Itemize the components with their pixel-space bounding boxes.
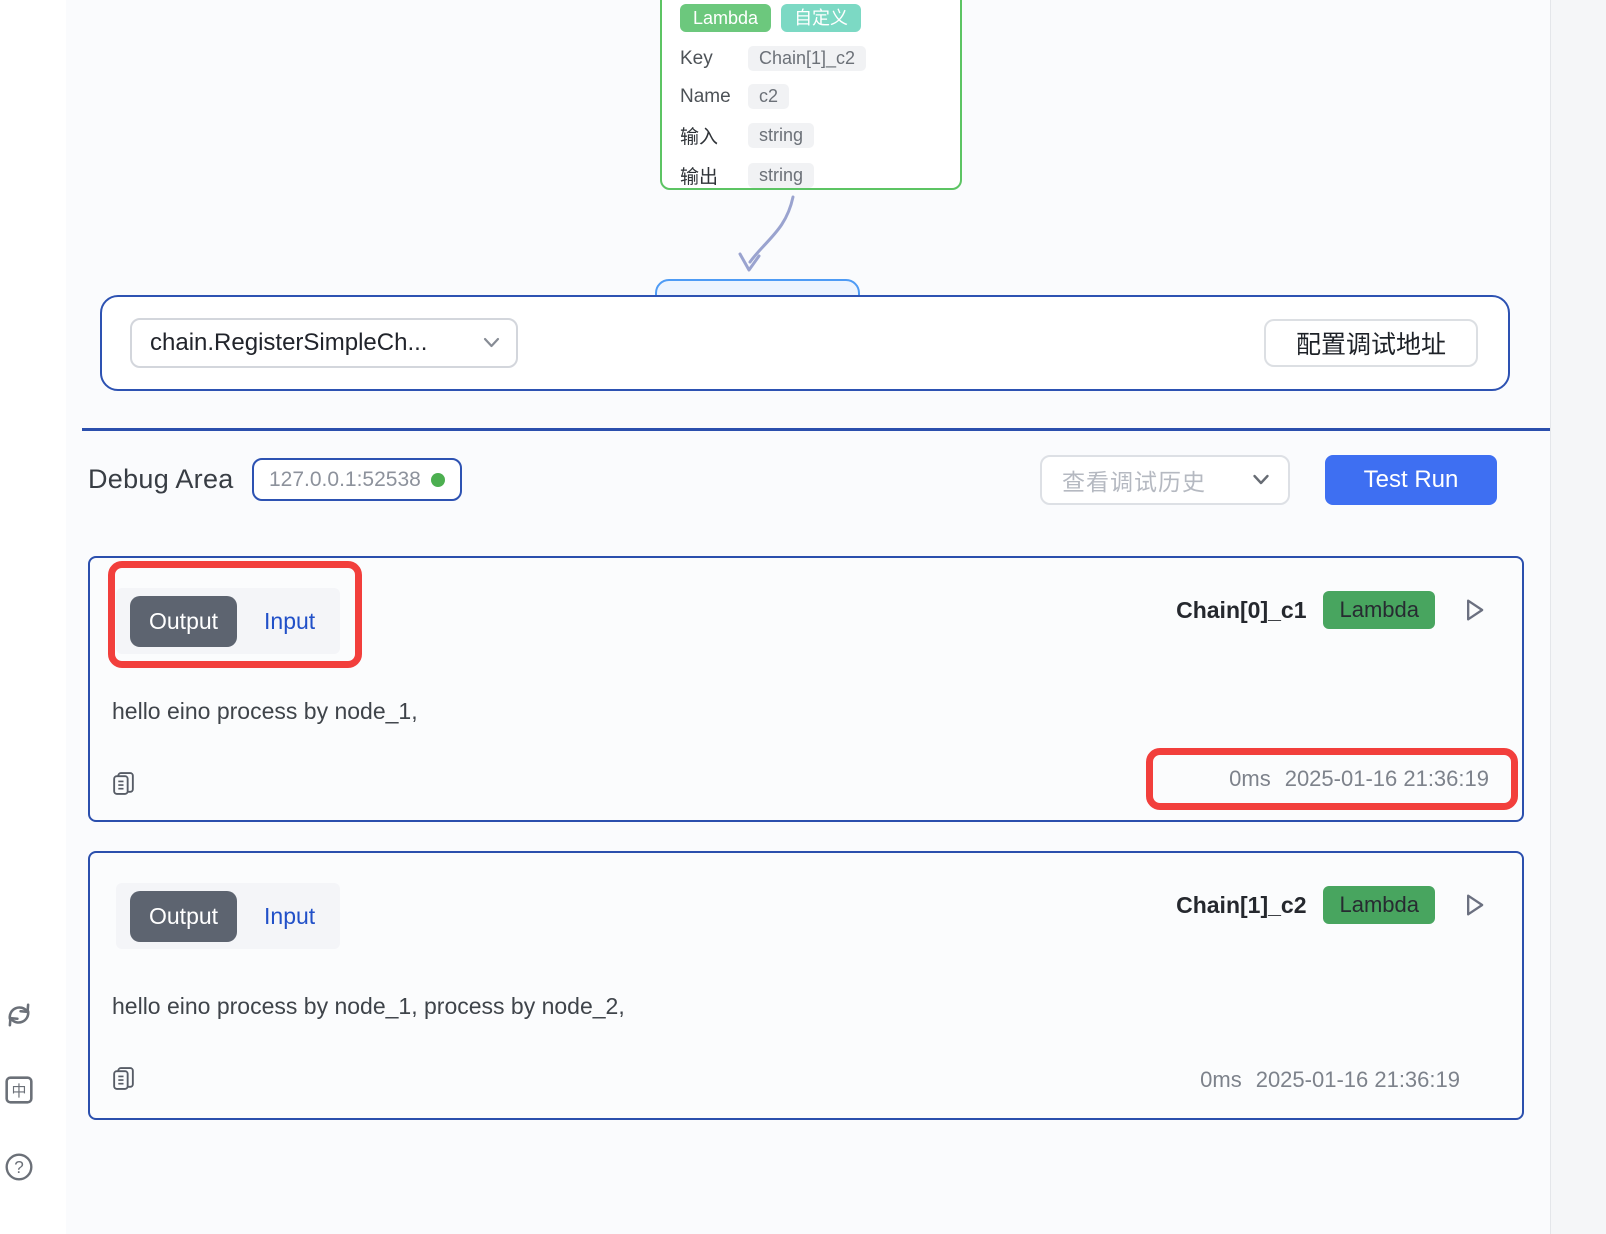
chevron-down-icon	[483, 337, 500, 349]
node-row-label: 输出	[680, 162, 748, 189]
language-icon[interactable]: 中	[4, 1075, 34, 1105]
timing-info: 0ms 2025-01-16 21:36:19	[1200, 1067, 1460, 1093]
chevron-down-icon	[1252, 474, 1270, 486]
svg-text:中: 中	[11, 1083, 26, 1100]
debug-result-card: Output Input Chain[0]_c1 Lambda hello ei…	[88, 556, 1524, 822]
duration: 0ms	[1200, 1067, 1242, 1093]
debug-history-select[interactable]: 查看调试历史	[1040, 455, 1290, 505]
node-type-badge: Lambda	[1323, 886, 1435, 924]
tab-input[interactable]: Input	[264, 903, 315, 930]
tab-input[interactable]: Input	[264, 608, 315, 635]
graph-select[interactable]: chain.RegisterSimpleCh...	[130, 318, 518, 368]
node-row-output-type: 输出 string	[680, 162, 944, 189]
debug-history-placeholder: 查看调试历史	[1062, 463, 1206, 497]
card-header-right: Chain[0]_c1 Lambda	[1176, 591, 1488, 629]
node-row-value: string	[748, 123, 814, 148]
node-type-badge: Lambda	[1323, 591, 1435, 629]
node-badges: Lambda 自定义	[680, 4, 944, 32]
test-run-button[interactable]: Test Run	[1325, 455, 1497, 505]
help-icon[interactable]: ?	[4, 1152, 34, 1182]
flow-node-card[interactable]: Lambda 自定义 Key Chain[1]_c2 Name c2 输入 st…	[660, 0, 962, 190]
output-input-tabs: Output Input	[130, 596, 315, 647]
debug-address: 127.0.0.1:52538	[269, 468, 421, 492]
right-panel-strip	[1550, 0, 1606, 1234]
node-key-label: Chain[1]_c2	[1176, 892, 1306, 919]
node-row-label: 输入	[680, 122, 748, 149]
tab-output[interactable]: Output	[130, 891, 237, 942]
node-custom-badge: 自定义	[781, 4, 861, 32]
left-icon-rail: 中 ?	[0, 0, 66, 1234]
timing-info: 0ms 2025-01-16 21:36:19	[1229, 766, 1489, 792]
copy-icon[interactable]	[110, 770, 137, 797]
output-text: hello eino process by node_1,	[112, 698, 418, 725]
svg-text:?: ?	[14, 1157, 24, 1177]
timestamp: 2025-01-16 21:36:19	[1285, 766, 1489, 792]
connection-status-dot	[431, 473, 445, 487]
section-divider	[82, 428, 1550, 431]
node-row-value: string	[748, 163, 814, 188]
duration: 0ms	[1229, 766, 1271, 792]
debug-toolbar: chain.RegisterSimpleCh... 配置调试地址	[100, 295, 1510, 391]
debug-address-badge: 127.0.0.1:52538	[252, 458, 462, 501]
tab-output[interactable]: Output	[130, 596, 237, 647]
node-row-value: Chain[1]_c2	[748, 46, 866, 71]
copy-icon[interactable]	[110, 1065, 137, 1092]
node-type-badge: Lambda	[680, 4, 771, 32]
card-header-right: Chain[1]_c2 Lambda	[1176, 886, 1488, 924]
timestamp: 2025-01-16 21:36:19	[1256, 1067, 1460, 1093]
node-row-key: Key Chain[1]_c2	[680, 46, 944, 71]
edge-arrow	[700, 190, 820, 285]
node-row-label: Name	[680, 86, 748, 108]
node-row-input-type: 输入 string	[680, 122, 944, 149]
output-input-tabs: Output Input	[130, 891, 315, 942]
node-key-label: Chain[0]_c1	[1176, 597, 1306, 624]
node-row-name: Name c2	[680, 84, 944, 109]
annotation-box-timestamp: 0ms 2025-01-16 21:36:19	[1146, 748, 1518, 810]
debug-result-card: Output Input Chain[1]_c2 Lambda hello ei…	[88, 851, 1524, 1120]
configure-debug-address-button[interactable]: 配置调试地址	[1264, 319, 1478, 367]
node-row-value: c2	[748, 84, 789, 109]
refresh-icon[interactable]	[4, 1000, 34, 1030]
output-text: hello eino process by node_1, process by…	[112, 993, 625, 1020]
debug-area-title: Debug Area	[88, 464, 234, 495]
node-row-label: Key	[680, 48, 748, 70]
play-icon[interactable]	[1460, 596, 1488, 624]
graph-select-value: chain.RegisterSimpleCh...	[150, 329, 427, 357]
play-icon[interactable]	[1460, 891, 1488, 919]
